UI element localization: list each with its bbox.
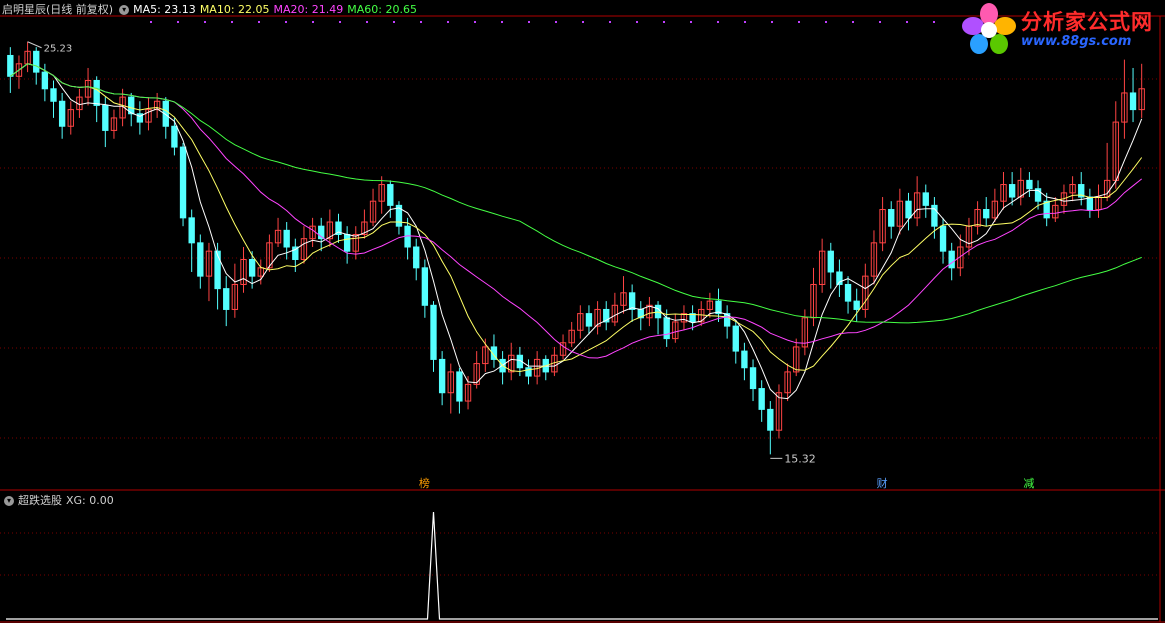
candle-body	[767, 408, 774, 431]
candle-body	[758, 388, 765, 410]
flower-logo-icon	[962, 3, 1016, 54]
candle-body	[1043, 200, 1050, 219]
indicator-title[interactable]: 超跌选股	[18, 494, 62, 507]
signal-dot	[744, 21, 746, 23]
signal-dot	[609, 21, 611, 23]
signal-dot	[825, 21, 827, 23]
candle-body	[214, 250, 221, 290]
candle-body	[1129, 92, 1137, 111]
signal-dot	[501, 21, 503, 23]
candle-body	[844, 283, 852, 302]
kline-chart: 25.23 15.32 榜 财 减	[0, 15, 1165, 623]
signal-dot	[528, 21, 530, 23]
signal-dot	[366, 21, 368, 23]
candle-body	[58, 100, 66, 127]
event-marker: 减	[1023, 477, 1034, 490]
candle-body	[93, 79, 100, 106]
candle-body	[102, 104, 109, 131]
candle-body	[732, 325, 739, 352]
signal-dot	[690, 21, 692, 23]
stock-title[interactable]: 启明星辰(日线 前复权)	[2, 3, 113, 16]
low-price-label: 15.32	[784, 452, 816, 465]
signal-dot	[852, 21, 854, 23]
candle-body	[585, 313, 593, 327]
candle-body	[948, 250, 955, 269]
candle-body	[430, 304, 437, 360]
signal-dot	[636, 21, 638, 23]
candle-body	[413, 246, 420, 269]
candle-body	[827, 250, 834, 273]
ma60-label: MA60: 20.65	[347, 3, 417, 16]
candle-body	[7, 54, 14, 77]
collapse-icon[interactable]: ▾	[4, 496, 14, 506]
candle-body	[939, 225, 947, 252]
candle-body	[283, 229, 290, 248]
signal-dot	[339, 21, 341, 23]
candle-body	[223, 288, 230, 310]
logo-url: www.88gs.com	[1021, 34, 1132, 49]
signal-dot	[204, 21, 206, 23]
signal-dot	[474, 21, 476, 23]
sub-header: ▾ 超跌选股 XG: 0.00	[2, 494, 118, 508]
candle-body	[853, 300, 860, 310]
signal-dot	[231, 21, 233, 23]
signal-dot	[933, 21, 935, 23]
candle-body	[525, 367, 532, 377]
candle-body	[663, 317, 670, 340]
candle-body	[456, 371, 463, 402]
candle-body	[905, 200, 912, 219]
candle-body	[749, 367, 757, 390]
xg-signal-line	[6, 511, 1158, 620]
event-marker: 财	[877, 476, 888, 490]
signal-dot	[258, 21, 260, 23]
candle-body	[922, 192, 929, 206]
candle-body	[1008, 184, 1016, 198]
candle-body	[983, 209, 990, 219]
xg-value-label: XG: 0.00	[66, 494, 114, 507]
candle-body	[171, 125, 178, 148]
signal-dot	[663, 21, 665, 23]
signal-dot	[798, 21, 800, 23]
candle-body	[188, 217, 195, 244]
candle-body	[41, 71, 49, 90]
signal-dot	[717, 21, 719, 23]
signal-dot	[420, 21, 422, 23]
candle-body	[248, 258, 256, 277]
signal-dot	[312, 21, 314, 23]
candle-body	[50, 88, 57, 102]
signal-dot	[906, 21, 908, 23]
candle-body	[421, 267, 429, 306]
candle-body	[343, 234, 351, 252]
signal-dot	[285, 21, 287, 23]
signal-dot	[879, 21, 881, 23]
site-logo[interactable]: 分析家公式网 www.88gs.com	[959, 2, 1159, 58]
signal-dot	[555, 21, 557, 23]
candle-body	[741, 350, 748, 369]
high-price-label: 25.23	[44, 44, 73, 55]
event-marker: 榜	[419, 476, 430, 490]
candle-body	[1086, 196, 1094, 211]
signal-dot	[150, 21, 152, 23]
high-pointer	[27, 41, 42, 49]
signal-dot	[177, 21, 179, 23]
candle-body	[33, 50, 40, 73]
collapse-icon[interactable]: ▾	[119, 5, 130, 15]
candle-body	[438, 358, 446, 394]
candle-body	[888, 209, 895, 227]
candle-body	[197, 242, 204, 277]
candle-body	[628, 292, 636, 310]
signal-dot	[447, 21, 449, 23]
ma20-label: MA20: 21.49	[273, 3, 344, 16]
candle-body	[387, 184, 394, 206]
ma10-label: MA10: 22.05	[199, 3, 270, 16]
candle-body	[1026, 179, 1033, 190]
candle-body	[292, 246, 299, 260]
signal-dot	[582, 21, 584, 23]
logo-name: 分析家公式网	[1021, 10, 1153, 34]
ma5-label: MA5: 23.13	[133, 3, 196, 16]
candle-body	[179, 146, 187, 219]
signal-dot	[771, 21, 773, 23]
signal-dot	[393, 21, 395, 23]
main-header: 启明星辰(日线 前复权) ▾ MA5: 23.13 MA10: 22.05 MA20: …	[2, 3, 421, 17]
